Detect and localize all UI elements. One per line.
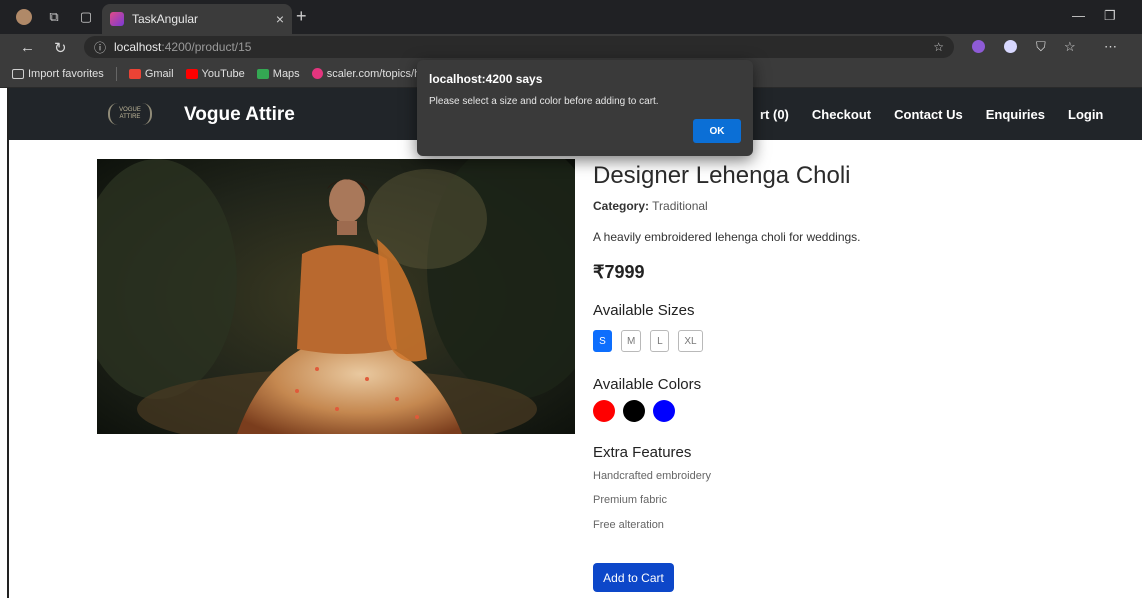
size-options: S M L XL [593,330,712,352]
gmail-icon [128,68,141,79]
category-value: Traditional [652,199,708,213]
product-photo-illustration [97,159,575,434]
favorites-icon[interactable]: ☆ [1064,39,1076,55]
dialog-message: Please select a size and color before ad… [429,96,659,107]
browser-tab-strip: ⧉ ▢ TaskAngular × + — ❐ [0,0,1142,34]
refresh-icon[interactable]: ↻ [54,39,67,57]
bookmark-label: scaler.com/topics/h... [326,67,430,80]
workspaces-icon[interactable]: ⧉ [46,9,62,25]
bookmark-youtube[interactable]: YouTube [185,67,245,80]
profile-avatar-icon[interactable] [16,9,32,25]
color-swatch-black[interactable] [623,400,645,422]
bookmark-label: Maps [272,67,300,80]
nav-links: rt (0) Checkout Contact Us Enquiries Log… [760,107,1126,122]
extension-copilot-icon[interactable] [972,40,985,53]
size-option-m[interactable]: M [621,330,642,352]
bookmark-label: Gmail [144,67,174,80]
bookmark-import-favorites[interactable]: Import favorites [12,68,104,80]
feature-item: Premium fabric [593,494,667,506]
browser-tab-active[interactable]: TaskAngular × [102,4,292,34]
brand-logo[interactable]: VOGUE ATTIRE [108,103,152,125]
bookmarks-divider [115,66,117,81]
browser-essentials-icon[interactable]: ⛉ [1036,39,1046,55]
nav-link-cart[interactable]: rt (0) [760,107,789,122]
extra-features-heading: Extra Features [593,444,692,461]
new-tab-icon[interactable]: + [296,6,307,27]
size-option-l[interactable]: L [650,330,670,352]
product-category: Category: Traditional [593,199,708,213]
bookmark-gmail[interactable]: Gmail [128,67,174,80]
color-swatch-blue[interactable] [653,400,675,422]
browser-toolbar: ← ↻ ⓘ localhost:4200/product/15 ☆ ⛉ ☆ ⋯ [0,34,1142,60]
sizes-heading: Available Sizes [593,302,695,319]
tab-favicon-icon [110,12,124,26]
color-swatch-red[interactable] [593,400,615,422]
bookmark-label: Import favorites [28,67,104,80]
product-description: A heavily embroidered lehenga choli for … [593,230,861,244]
extension-icon[interactable] [1004,40,1017,53]
product-image [97,159,575,434]
tab-close-icon[interactable]: × [276,11,284,27]
add-to-cart-button[interactable]: Add to Cart [593,563,674,592]
feature-item: Free alteration [593,519,664,531]
nav-link-contact[interactable]: Contact Us [894,107,963,122]
colors-heading: Available Colors [593,376,702,393]
page-left-border [7,88,9,598]
size-option-s[interactable]: S [593,330,612,352]
bookmark-label: YouTube [201,67,245,80]
feature-item: Handcrafted embroidery [593,470,712,482]
alert-dialog: localhost:4200 says Please select a size… [417,60,753,156]
nav-link-checkout[interactable]: Checkout [812,107,871,122]
restore-icon[interactable]: ❐ [1104,8,1116,24]
import-icon [12,68,24,79]
tab-actions-icon[interactable]: ▢ [78,9,94,25]
nav-link-enquiries[interactable]: Enquiries [986,107,1045,122]
maps-icon [256,68,269,79]
address-bar[interactable]: ⓘ localhost:4200/product/15 ☆ [84,36,954,58]
back-arrow-icon[interactable]: ← [20,39,35,56]
brand-name[interactable]: Vogue Attire [184,104,295,126]
dialog-title: localhost:4200 says [429,72,543,86]
scaler-icon [311,68,323,79]
url-path: :4200/product/15 [161,40,252,54]
tab-title: TaskAngular [132,12,199,26]
nav-link-login[interactable]: Login [1068,107,1103,122]
minimize-icon[interactable]: — [1072,8,1085,23]
bookmark-scaler[interactable]: scaler.com/topics/h... [311,67,430,80]
youtube-icon [185,68,198,79]
size-option-xl[interactable]: XL [678,330,703,352]
color-options [593,400,683,422]
more-menu-icon[interactable]: ⋯ [1104,39,1117,55]
dialog-ok-button[interactable]: OK [693,119,741,143]
site-info-icon[interactable]: ⓘ [94,39,106,56]
bookmark-maps[interactable]: Maps [256,67,300,80]
category-label: Category: [593,199,650,213]
favorite-star-icon[interactable]: ☆ [933,40,944,54]
product-price: ₹7999 [593,262,645,282]
product-title: Designer Lehenga Choli [593,162,851,189]
url-host: localhost [114,40,162,54]
